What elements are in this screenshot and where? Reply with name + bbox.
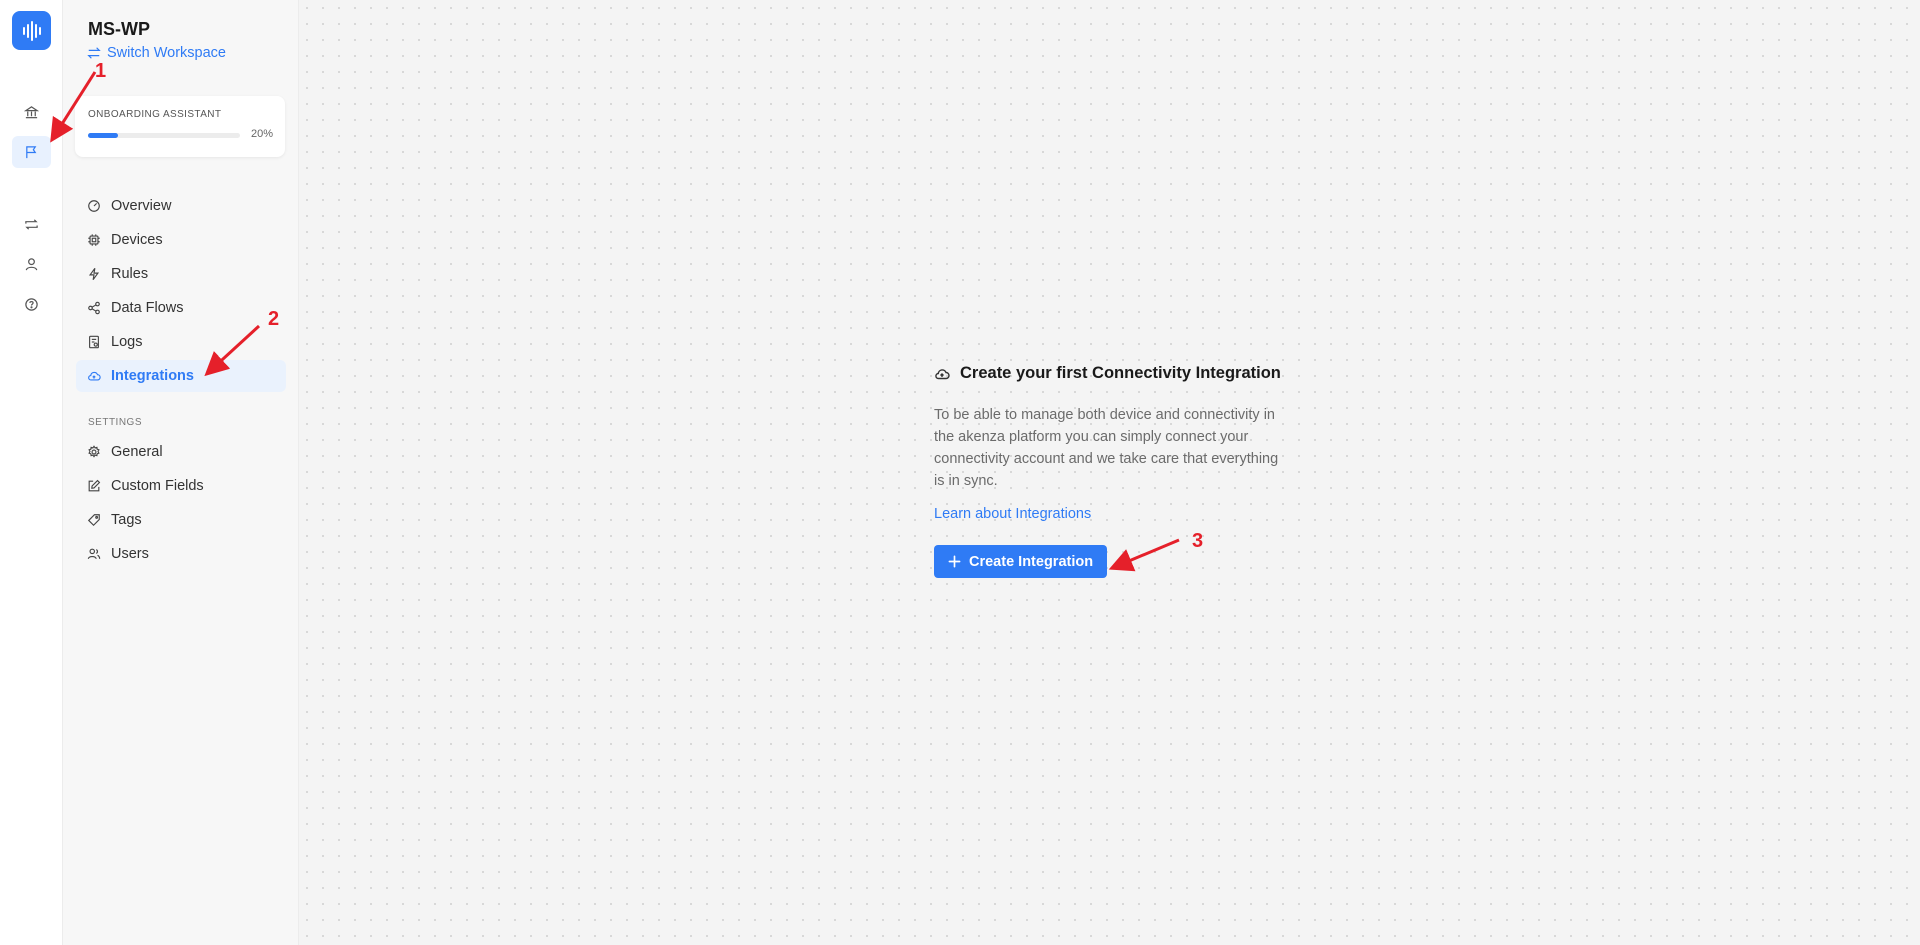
nav-label: Tags bbox=[111, 512, 142, 528]
chip-icon bbox=[88, 234, 100, 246]
logo-icon[interactable] bbox=[12, 11, 51, 50]
settings-section-label: SETTINGS bbox=[88, 417, 143, 428]
tag-icon bbox=[87, 514, 100, 527]
help-icon[interactable] bbox=[12, 288, 51, 320]
onboarding-label: ONBOARDING ASSISTANT bbox=[88, 109, 222, 120]
switch-workspace-label: Switch Workspace bbox=[107, 45, 226, 61]
nav-label: General bbox=[111, 444, 163, 460]
nav-item-integrations[interactable]: Integrations bbox=[76, 360, 286, 392]
nav-item-logs[interactable]: Logs bbox=[76, 326, 286, 358]
gauge-icon bbox=[88, 200, 100, 212]
nav-label: Logs bbox=[111, 334, 143, 350]
annotation-label-2: 2 bbox=[268, 308, 280, 330]
bolt-icon bbox=[88, 267, 100, 281]
repeat-icon[interactable] bbox=[12, 208, 51, 240]
empty-state-header: Create your first Connectivity Integrati… bbox=[934, 364, 1304, 383]
nav-item-devices[interactable]: Devices bbox=[76, 224, 286, 256]
create-integration-button[interactable]: Create Integration bbox=[934, 545, 1107, 578]
nav-item-rules[interactable]: Rules bbox=[76, 258, 286, 290]
nav-label: Devices bbox=[111, 232, 163, 248]
nav-item-general[interactable]: General bbox=[76, 436, 286, 468]
nav-label: Rules bbox=[111, 266, 149, 282]
learn-integrations-link[interactable]: Learn about Integrations bbox=[934, 506, 1091, 522]
onboarding-progress-value: 20% bbox=[250, 128, 273, 140]
annotation-label-1: 1 bbox=[95, 60, 107, 82]
plus-icon bbox=[948, 555, 961, 568]
sidebar: MS-WP Switch Workspace ONBOARDING ASSIST… bbox=[63, 0, 299, 945]
share-icon bbox=[88, 301, 100, 315]
users-icon bbox=[87, 548, 101, 560]
onboarding-progress-bar bbox=[88, 133, 240, 138]
edit-icon bbox=[88, 479, 101, 492]
switch-workspace-link[interactable]: Switch Workspace bbox=[87, 45, 226, 61]
nav-label: Integrations bbox=[111, 368, 194, 384]
annotation-label-3: 3 bbox=[1192, 530, 1204, 552]
nav-label: Users bbox=[111, 546, 149, 562]
empty-state-description: To be able to manage both device and con… bbox=[934, 407, 1279, 489]
nav-item-tags[interactable]: Tags bbox=[76, 504, 286, 536]
workspace-name: MS-WP bbox=[88, 19, 150, 39]
flag-icon[interactable] bbox=[12, 136, 51, 168]
bank-icon[interactable] bbox=[12, 96, 51, 128]
nav-item-users[interactable]: Users bbox=[76, 538, 286, 570]
switch-icon bbox=[87, 47, 101, 59]
nav-item-data-flows[interactable]: Data Flows bbox=[76, 292, 286, 324]
log-icon bbox=[89, 335, 99, 349]
nav-item-custom-fields[interactable]: Custom Fields bbox=[76, 470, 286, 502]
cloud-icon bbox=[935, 368, 950, 379]
gear-icon bbox=[88, 445, 100, 458]
icon-rail bbox=[0, 0, 63, 945]
empty-state: Create your first Connectivity Integrati… bbox=[934, 364, 1304, 578]
cloud-icon bbox=[88, 371, 101, 381]
user-icon[interactable] bbox=[12, 248, 51, 280]
onboarding-progress-fill bbox=[88, 133, 119, 138]
nav-item-overview[interactable]: Overview bbox=[76, 190, 286, 222]
nav-label: Custom Fields bbox=[111, 478, 204, 494]
nav-label: Data Flows bbox=[111, 300, 184, 316]
onboarding-assistant-card[interactable]: ONBOARDING ASSISTANT 20% bbox=[75, 96, 285, 157]
nav-label: Overview bbox=[111, 198, 172, 214]
empty-state-title: Create your first Connectivity Integrati… bbox=[960, 364, 1281, 382]
create-integration-label: Create Integration bbox=[969, 553, 1094, 570]
